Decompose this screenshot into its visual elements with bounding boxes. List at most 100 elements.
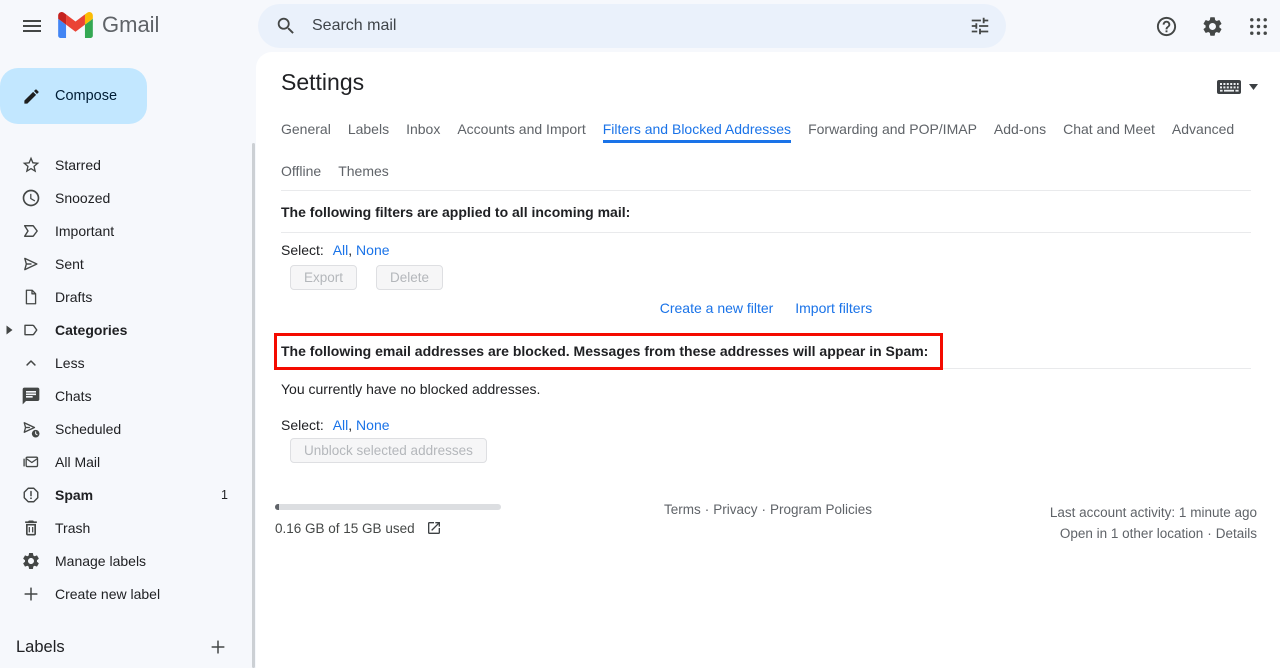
tab-inbox[interactable]: Inbox: [406, 121, 440, 143]
blocked-select-row: Select: All, None: [281, 417, 1251, 433]
topbar: Gmail: [0, 0, 1280, 52]
search-bar: [258, 4, 1006, 48]
no-blocked-addresses-text: You currently have no blocked addresses.: [281, 381, 1251, 397]
topbar-actions: [1146, 6, 1278, 46]
search-options-tune-icon[interactable]: [960, 6, 1000, 46]
sidebar: Compose Starred Snoozed Important Sent D…: [0, 52, 256, 668]
unblock-selected-button[interactable]: Unblock selected addresses: [290, 438, 487, 463]
blocked-section-heading: The following email addresses are blocke…: [281, 343, 928, 359]
tab-general[interactable]: General: [281, 121, 331, 143]
send-icon: [20, 253, 42, 275]
sidebar-item-important[interactable]: Important: [0, 214, 256, 247]
sidebar-item-less[interactable]: Less: [0, 346, 256, 379]
sidebar-item-trash[interactable]: Trash: [0, 511, 256, 544]
filter-links: Create a new filter Import filters: [281, 300, 1251, 316]
chevron-up-icon: [20, 352, 42, 374]
compose-label: Compose: [55, 88, 117, 104]
delete-button[interactable]: Delete: [376, 265, 443, 290]
settings-gear-icon[interactable]: [1192, 6, 1232, 46]
select-none-link[interactable]: None: [356, 417, 389, 433]
gmail-wordmark: Gmail: [102, 12, 159, 38]
sidebar-item-all-mail[interactable]: All Mail: [0, 445, 256, 478]
filters-section-heading: The following filters are applied to all…: [281, 191, 1251, 233]
tab-forwarding-and-pop-imap[interactable]: Forwarding and POP/IMAP: [808, 121, 977, 143]
gear-icon: [20, 550, 42, 572]
tab-labels[interactable]: Labels: [348, 121, 389, 143]
sidebar-item-sent[interactable]: Sent: [0, 247, 256, 280]
search-input[interactable]: [306, 17, 960, 35]
sidebar-item-chats[interactable]: Chats: [0, 379, 256, 412]
tab-add-ons[interactable]: Add-ons: [994, 121, 1046, 143]
tab-chat-and-meet[interactable]: Chat and Meet: [1063, 121, 1155, 143]
select-separator: ,: [348, 417, 352, 433]
select-none-link[interactable]: None: [356, 242, 389, 258]
storage-usage: 0.16 GB of 15 GB used: [275, 516, 442, 540]
caret-down-icon: [1249, 84, 1258, 90]
gmail-logo[interactable]: Gmail: [58, 12, 159, 38]
label-icon: [20, 319, 42, 341]
clock-icon: [20, 187, 42, 209]
program-policies-link[interactable]: Program Policies: [770, 502, 872, 517]
gmail-m-icon: [58, 12, 93, 38]
chat-icon: [20, 385, 42, 407]
sidebar-item-create-new-label[interactable]: Create new label: [0, 577, 256, 610]
privacy-link[interactable]: Privacy: [713, 502, 757, 517]
separator: ·: [1207, 526, 1212, 541]
sidebar-item-drafts[interactable]: Drafts: [0, 280, 256, 313]
schedule-send-icon: [20, 418, 42, 440]
select-label: Select:: [281, 417, 324, 433]
trash-icon: [20, 517, 42, 539]
select-separator: ,: [348, 242, 352, 258]
pencil-icon: [22, 87, 41, 106]
gmail-app: Gmail Compose: [0, 0, 1280, 668]
blocked-section-heading-row: The following email addresses are blocke…: [281, 331, 1251, 369]
terms-link[interactable]: Terms: [664, 502, 701, 517]
create-new-filter-link[interactable]: Create a new filter: [660, 300, 774, 316]
open-location-text: Open in 1 other location: [1060, 526, 1203, 541]
last-account-activity-text: Last account activity: 1 minute ago: [1050, 502, 1257, 523]
details-link[interactable]: Details: [1216, 526, 1257, 541]
add-label-plus-icon[interactable]: [206, 635, 230, 659]
hamburger-menu-icon[interactable]: [12, 6, 52, 46]
select-all-link[interactable]: All: [333, 417, 349, 433]
help-icon[interactable]: [1146, 6, 1186, 46]
select-all-link[interactable]: All: [333, 242, 349, 258]
sidebar-item-spam[interactable]: Spam 1: [0, 478, 256, 511]
sidebar-item-snoozed[interactable]: Snoozed: [0, 181, 256, 214]
search-icon[interactable]: [266, 6, 306, 46]
all-mail-icon: [20, 451, 42, 473]
sidebar-item-manage-labels[interactable]: Manage labels: [0, 544, 256, 577]
export-button[interactable]: Export: [290, 265, 357, 290]
tab-advanced[interactable]: Advanced: [1172, 121, 1234, 143]
plus-icon: [20, 583, 42, 605]
filters-select-row: Select: All, None: [281, 242, 1251, 258]
tab-accounts-and-import[interactable]: Accounts and Import: [457, 121, 585, 143]
apps-grid-icon[interactable]: [1238, 6, 1278, 46]
storage-usage-text: 0.16 GB of 15 GB used: [275, 521, 415, 536]
compose-button[interactable]: Compose: [0, 68, 147, 124]
sidebar-scrollbar[interactable]: [252, 143, 255, 668]
open-in-new-icon[interactable]: [426, 520, 442, 536]
page-title: Settings: [281, 66, 1251, 98]
labels-section-header: Labels: [0, 631, 256, 663]
input-tools-toggle[interactable]: [1216, 78, 1258, 96]
sidebar-item-categories[interactable]: Categories: [0, 313, 256, 346]
labels-heading: Labels: [16, 638, 65, 657]
spam-unread-count: 1: [221, 488, 228, 502]
sidebar-nav: Starred Snoozed Important Sent Drafts: [0, 148, 256, 610]
import-filters-link[interactable]: Import filters: [795, 300, 872, 316]
sidebar-item-starred[interactable]: Starred: [0, 148, 256, 181]
expand-caret-icon[interactable]: [4, 324, 14, 336]
star-icon: [20, 154, 42, 176]
settings-tabs: General Labels Inbox Accounts and Import…: [281, 121, 1251, 191]
tab-themes[interactable]: Themes: [338, 163, 389, 185]
annotation-red-box: The following email addresses are blocke…: [274, 333, 943, 370]
tab-filters-and-blocked-addresses[interactable]: Filters and Blocked Addresses: [603, 121, 791, 143]
tab-offline[interactable]: Offline: [281, 163, 321, 185]
filters-actions: Export Delete: [290, 265, 1251, 290]
spam-icon: [20, 484, 42, 506]
separator: ·: [705, 502, 710, 517]
settings-panel: Settings General Labels Inbox Accounts a…: [256, 52, 1280, 668]
draft-icon: [20, 286, 42, 308]
sidebar-item-scheduled[interactable]: Scheduled: [0, 412, 256, 445]
